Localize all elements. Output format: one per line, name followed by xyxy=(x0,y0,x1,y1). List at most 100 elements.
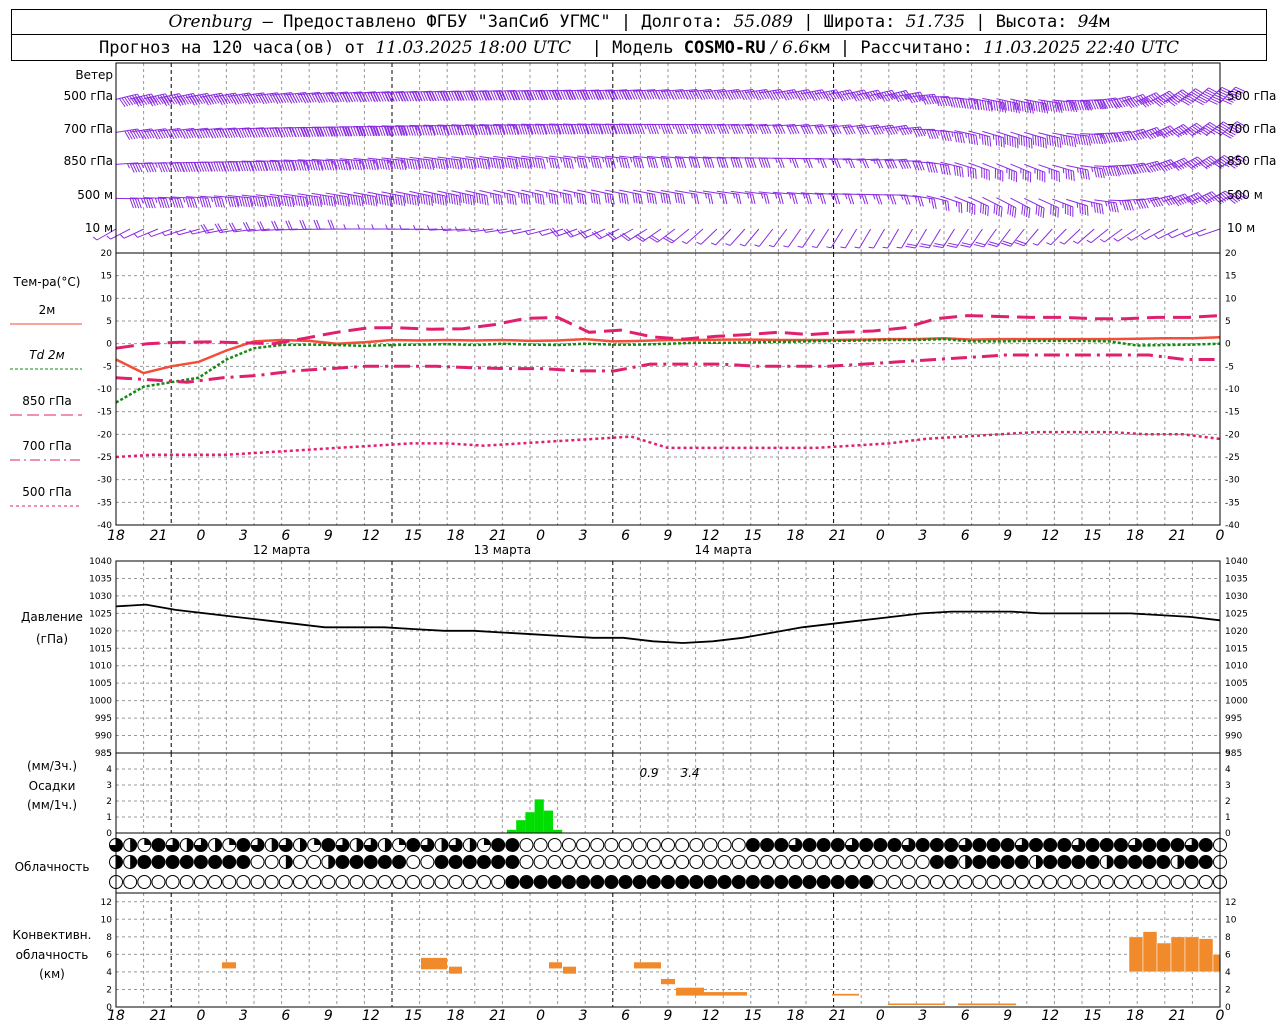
wind-barb-flag xyxy=(448,158,452,169)
wind-barb-flag xyxy=(343,224,347,230)
cloud-symbol xyxy=(137,875,152,889)
wind-barb-flag xyxy=(495,194,498,205)
wind-barb-flag xyxy=(1201,161,1211,169)
wind-barb-flag xyxy=(339,160,343,170)
wind-barb-flag xyxy=(428,159,432,170)
wind-barb xyxy=(844,228,858,249)
wind-barb-flag xyxy=(1018,134,1020,145)
wind-barb-flag xyxy=(948,242,959,246)
wind-barb-flag xyxy=(462,158,466,169)
y-tick-label-right: 5 xyxy=(1225,749,1231,759)
y-tick-label-left: 1005 xyxy=(89,679,112,689)
x-tick-label: 12 xyxy=(1041,1008,1059,1024)
wind-barb-flag xyxy=(588,157,591,163)
wind-barb-flag xyxy=(797,91,804,101)
wind-barb-flag xyxy=(486,195,489,206)
cloud-symbol-fill xyxy=(803,838,817,852)
wind-barb-flag xyxy=(781,91,787,101)
wind-barb-flag xyxy=(266,196,270,207)
wind-barb-flag xyxy=(794,194,798,205)
cloud-symbol-fill xyxy=(887,838,901,852)
wind-barb-flag xyxy=(621,157,625,168)
wind-barb xyxy=(982,130,1004,139)
conv-bar xyxy=(1184,936,1200,973)
wind-barb-flag xyxy=(455,195,459,206)
wind-barb-flag xyxy=(216,197,220,208)
wind-barb-flag xyxy=(341,195,345,206)
cloud-symbol-fill xyxy=(647,875,661,889)
wind-barb-flag xyxy=(755,124,759,130)
cloud-symbol xyxy=(590,855,605,869)
y-tick-label-right: 1040 xyxy=(1225,557,1248,567)
y-tick-label-left: 2 xyxy=(106,985,112,995)
wind-barb-flag xyxy=(1054,136,1057,147)
wind-barb-flag xyxy=(1168,233,1173,239)
x-tick-label: 9 xyxy=(324,1008,333,1024)
wind-barb xyxy=(1050,228,1067,246)
wind-barb-flag xyxy=(542,159,546,170)
x-tick-label: 21 xyxy=(150,1008,168,1024)
wind-barb-flag xyxy=(539,194,542,205)
x-tick-label: 3 xyxy=(918,528,927,544)
wind-barb-flag xyxy=(987,206,989,217)
y-tick-label-left: 4 xyxy=(106,765,112,775)
wind-barb-flag xyxy=(464,158,469,169)
wind-barb-flag xyxy=(1057,207,1059,218)
wind-barb-flag xyxy=(581,194,585,205)
wind-barb-flag xyxy=(1009,135,1011,146)
wind-barb-flag xyxy=(397,195,401,206)
wind-barb-flag xyxy=(221,197,226,208)
cloud-symbol xyxy=(731,855,746,869)
wind-barb-flag xyxy=(232,197,237,208)
wind-barb-flag xyxy=(562,193,565,204)
y-tick-label-left: 10 xyxy=(101,915,113,925)
wind-barb-flag xyxy=(598,194,601,205)
wind-barb-flag xyxy=(951,131,954,137)
wind-barb-flag xyxy=(1101,204,1104,215)
wind-barb-flag xyxy=(989,241,999,245)
cloud-symbol xyxy=(123,875,138,889)
wind-barb-flag xyxy=(636,233,646,241)
cloud-symbol xyxy=(929,875,944,889)
wind-barb xyxy=(1063,228,1081,245)
wind-barb-flag xyxy=(229,197,234,208)
y-tick-label-left: 1015 xyxy=(89,644,112,654)
wind-barb-flag xyxy=(965,98,969,109)
wind-barb-flag xyxy=(932,245,943,249)
wind-barb-flag xyxy=(478,193,481,204)
meteogram: 20 2015 1510 105 50 0-5 -5-10 -10-15 -15-20 -20-2… xyxy=(10,62,1276,1024)
wind-barb-flag xyxy=(506,158,510,169)
wind-barb-flag xyxy=(665,235,675,242)
cloud-symbol xyxy=(745,855,760,869)
cloud-symbol xyxy=(576,838,591,852)
wind-barb-flag xyxy=(1099,238,1105,243)
x-tick-label: 6 xyxy=(961,528,970,544)
wind-barb-flag xyxy=(1149,162,1156,172)
wind-barb-flag xyxy=(984,135,987,146)
cloud-symbol xyxy=(760,855,775,869)
wind-barb-flag xyxy=(965,132,967,139)
cloud-symbol xyxy=(1029,875,1043,889)
wind-barb-flag xyxy=(177,130,181,135)
cloud-symbol xyxy=(561,838,576,852)
cloud-symbol-fill xyxy=(774,838,788,852)
x-tick-label: 21 xyxy=(829,1008,847,1024)
wind-barb-flag xyxy=(514,195,517,206)
wind-barb-flag xyxy=(92,236,98,241)
y-tick-label-left: 6 xyxy=(106,950,112,960)
wind-barb-flag xyxy=(238,196,243,207)
cloud-symbol-fill xyxy=(335,855,349,869)
cloud-symbol-fill xyxy=(271,838,279,852)
wind-barb-flag xyxy=(944,200,947,211)
wind-barb-flag xyxy=(498,159,502,169)
conv-bar xyxy=(563,966,576,974)
wind-barb-flag xyxy=(518,157,522,168)
cloud-symbol xyxy=(1043,875,1058,889)
wind-barb-flag xyxy=(126,163,130,169)
wind-barb-flag xyxy=(854,246,860,249)
cloud-symbol-fill xyxy=(321,838,335,852)
cloud-symbol xyxy=(392,875,407,889)
cloud-symbol-fill xyxy=(746,838,760,852)
wind-barb-flag xyxy=(961,133,965,144)
wind-barb-flag xyxy=(640,194,643,205)
